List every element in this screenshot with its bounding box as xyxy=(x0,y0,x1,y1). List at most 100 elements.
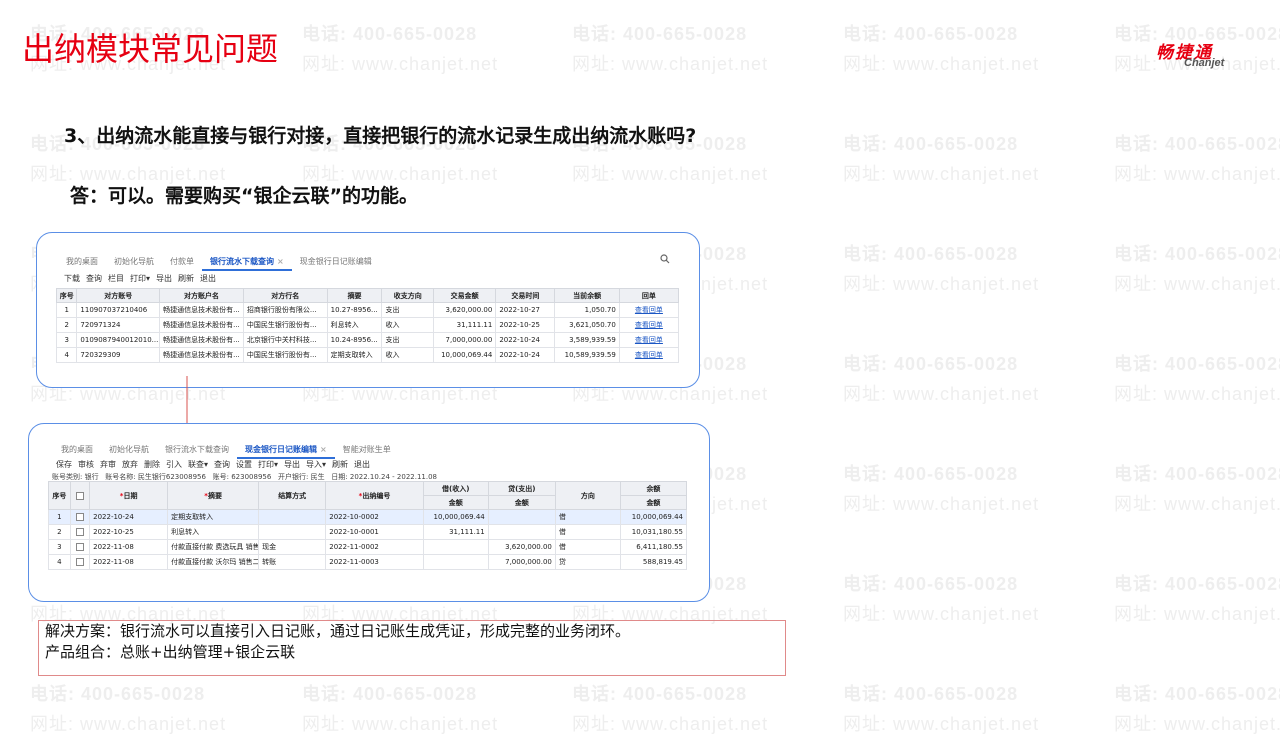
toolbar-button[interactable]: 刷新 xyxy=(178,273,194,284)
table-cell: 2022-11-08 xyxy=(89,554,169,570)
table-cell: 10,031,180.55 xyxy=(619,524,688,540)
toolbar-button[interactable]: 查询 xyxy=(214,459,230,470)
table-cell: 3 xyxy=(55,332,78,348)
tab-screen1-0[interactable]: 我的桌面 xyxy=(58,254,106,269)
table-row[interactable]: 4 2022-11-08 付款直接付款 沃尔玛 销售二... 转账 2022-11-00… xyxy=(48,554,688,570)
toolbar-button[interactable]: 审核 xyxy=(78,459,94,470)
row-checkbox[interactable] xyxy=(75,543,84,551)
table-cell: 3,589,939.59 xyxy=(554,332,620,348)
table-cell: 付款直接付款 费选玩具 销售... xyxy=(167,539,260,555)
col-select-all[interactable] xyxy=(69,481,91,510)
toolbar-button[interactable]: 查询 xyxy=(86,273,102,284)
row-select-cell[interactable] xyxy=(69,509,91,525)
table-row[interactable]: 4 720329309 畅捷通信息技术股份有... 中国民生银行股份有... 定期支取转… xyxy=(55,347,680,363)
watermark-phone: 电话: 400-665-0028 xyxy=(843,684,1019,704)
watermark-site: 网址: www.chanjet.net xyxy=(843,274,1040,294)
toolbar-button[interactable]: 导出 xyxy=(156,273,172,284)
row-checkbox[interactable] xyxy=(75,528,84,536)
watermark-phone: 电话: 400-665-0028 xyxy=(1114,354,1280,374)
tab-screen1-4[interactable]: 现金银行日记账编辑 xyxy=(292,254,380,269)
row-checkbox[interactable] xyxy=(75,513,84,521)
table-row[interactable]: 2 720971324 畅捷通信息技术股份有... 中国民生银行股份有... 利息转入收… xyxy=(55,317,680,333)
toolbar-button[interactable]: 保存 xyxy=(56,459,72,470)
table-row[interactable]: 3 0109087940012010... 畅捷通信息技术股份有... 北京银行中关村… xyxy=(55,332,680,348)
row-select-cell[interactable] xyxy=(69,554,91,570)
column-header: 对方账户名 xyxy=(159,288,244,303)
table-row[interactable]: 1 110907037210406 畅捷通信息技术股份有... 招商银行股份有限公..… xyxy=(55,302,680,318)
toolbar-button[interactable]: 弃审 xyxy=(100,459,116,470)
column-header: 交易金额 xyxy=(433,288,497,303)
watermark-site: 网址: www.chanjet.net xyxy=(1114,604,1280,624)
watermark-site: 网址: www.chanjet.net xyxy=(843,604,1040,624)
search-icon[interactable] xyxy=(660,254,670,264)
col-cashno: *出纳编号 xyxy=(325,481,424,510)
meta-date-range: 日期: 2022.10.24 - 2022.11.08 xyxy=(331,473,437,481)
tab-screen2-0[interactable]: 我的桌面 xyxy=(53,442,101,457)
watermark-site: 网址: www.chanjet.net xyxy=(843,384,1040,404)
solution-line: 解决方案：银行流水可以直接引入日记账，通过日记账生成凭证，形成完整的业务闭环。 xyxy=(45,622,631,640)
screen2-tab-bar: 我的桌面 初始化导航 银行流水下载查询 现金银行日记账编辑 × 智能对账生单 xyxy=(53,442,399,459)
table-cell: 支出 xyxy=(381,332,435,348)
row-checkbox[interactable] xyxy=(75,558,84,566)
screen1-toolbar: 下载 查询 栏目 打印▾ 导出 刷新 退出 xyxy=(64,273,216,284)
col-credit: 贷(支出) xyxy=(487,481,556,496)
table-cell: 中国民生银行股份有... xyxy=(242,317,328,333)
watermark-phone: 电话: 400-665-0028 xyxy=(843,24,1019,44)
view-receipt-link[interactable]: 查看回单 xyxy=(618,332,680,348)
close-icon[interactable]: × xyxy=(320,445,327,454)
watermark-site: 网址: www.chanjet.net xyxy=(843,164,1040,184)
table-cell: 贷 xyxy=(554,554,621,570)
column-header: 对方账号 xyxy=(76,288,161,303)
table-cell: 0109087940012010... xyxy=(76,332,161,348)
tab-screen2-4[interactable]: 智能对账生单 xyxy=(335,442,399,457)
toolbar-button[interactable]: 放弃 xyxy=(122,459,138,470)
col-balance: 余额 xyxy=(619,481,688,496)
table-cell xyxy=(258,509,327,525)
table-cell: 2022-10-0002 xyxy=(325,509,424,525)
meta-account-no: 账号: 623008956 xyxy=(212,473,272,481)
watermark-phone: 电话: 400-665-0028 xyxy=(843,354,1019,374)
toolbar-button[interactable]: 栏目 xyxy=(108,273,124,284)
row-select-cell[interactable] xyxy=(69,524,91,540)
watermark-phone: 电话: 400-665-0028 xyxy=(572,684,748,704)
toolbar-button[interactable]: 下载 xyxy=(64,273,80,284)
toolbar-button[interactable]: 打印▾ xyxy=(130,273,150,284)
table-cell: 3,620,000.00 xyxy=(487,539,556,555)
table-row[interactable]: 2 2022-10-25 利息转入 2022-10-0001 31,111.11 借 10,… xyxy=(48,524,688,540)
toolbar-button[interactable]: 打印▾ xyxy=(258,459,278,470)
tab-screen1-2[interactable]: 付款单 xyxy=(162,254,202,269)
table-row[interactable]: 1 2022-10-24 定期支取转入 2022-10-0002 10,000,069.… xyxy=(48,509,688,525)
watermark-phone: 电话: 400-665-0028 xyxy=(843,574,1019,594)
toolbar-button[interactable]: 删除 xyxy=(144,459,160,470)
toolbar-button[interactable]: 联查▾ xyxy=(188,459,208,470)
tab-screen2-2[interactable]: 银行流水下载查询 xyxy=(157,442,237,457)
view-receipt-link[interactable]: 查看回单 xyxy=(618,347,680,363)
select-all-checkbox[interactable] xyxy=(75,491,84,500)
toolbar-button[interactable]: 导出 xyxy=(284,459,300,470)
toolbar-button[interactable]: 引入 xyxy=(166,459,182,470)
tab-screen2-3[interactable]: 现金银行日记账编辑 × xyxy=(237,442,335,459)
screen2-toolbar: 保存 审核 弃审 放弃 删除 引入 联查▾ 查询 设置 打印▾ 导出 导入▾ 刷新 退出 xyxy=(56,459,370,470)
table-cell: 110907037210406 xyxy=(76,302,161,318)
table-cell: 10,000,069.44 xyxy=(433,347,497,363)
column-header: 序号 xyxy=(55,288,78,303)
row-select-cell[interactable] xyxy=(69,539,91,555)
table-cell: 付款直接付款 沃尔玛 销售二... xyxy=(167,554,260,570)
close-icon[interactable]: × xyxy=(277,257,284,266)
toolbar-button[interactable]: 刷新 xyxy=(332,459,348,470)
tab-screen1-1[interactable]: 初始化导航 xyxy=(106,254,162,269)
solution-box: 解决方案：银行流水可以直接引入日记账，通过日记账生成凭证，形成完整的业务闭环。 … xyxy=(38,620,786,676)
answer-text: 答：可以。需要购买“银企云联”的功能。 xyxy=(70,185,418,207)
tab-screen2-1[interactable]: 初始化导航 xyxy=(101,442,157,457)
view-receipt-link[interactable]: 查看回单 xyxy=(618,302,680,318)
toolbar-button[interactable]: 退出 xyxy=(354,459,370,470)
table-row[interactable]: 3 2022-11-08 付款直接付款 费选玩具 销售... 现金 2022-11-00… xyxy=(48,539,688,555)
toolbar-button[interactable]: 导入▾ xyxy=(306,459,326,470)
toolbar-button[interactable]: 退出 xyxy=(200,273,216,284)
view-receipt-link[interactable]: 查看回单 xyxy=(618,317,680,333)
watermark-site: 网址: www.chanjet.net xyxy=(302,714,499,734)
meta-account-kind: 账号类别: 银行 xyxy=(52,473,99,481)
tab-screen1-3[interactable]: 银行流水下载查询 × xyxy=(202,254,292,271)
table-cell: 现金 xyxy=(258,539,327,555)
toolbar-button[interactable]: 设置 xyxy=(236,459,252,470)
